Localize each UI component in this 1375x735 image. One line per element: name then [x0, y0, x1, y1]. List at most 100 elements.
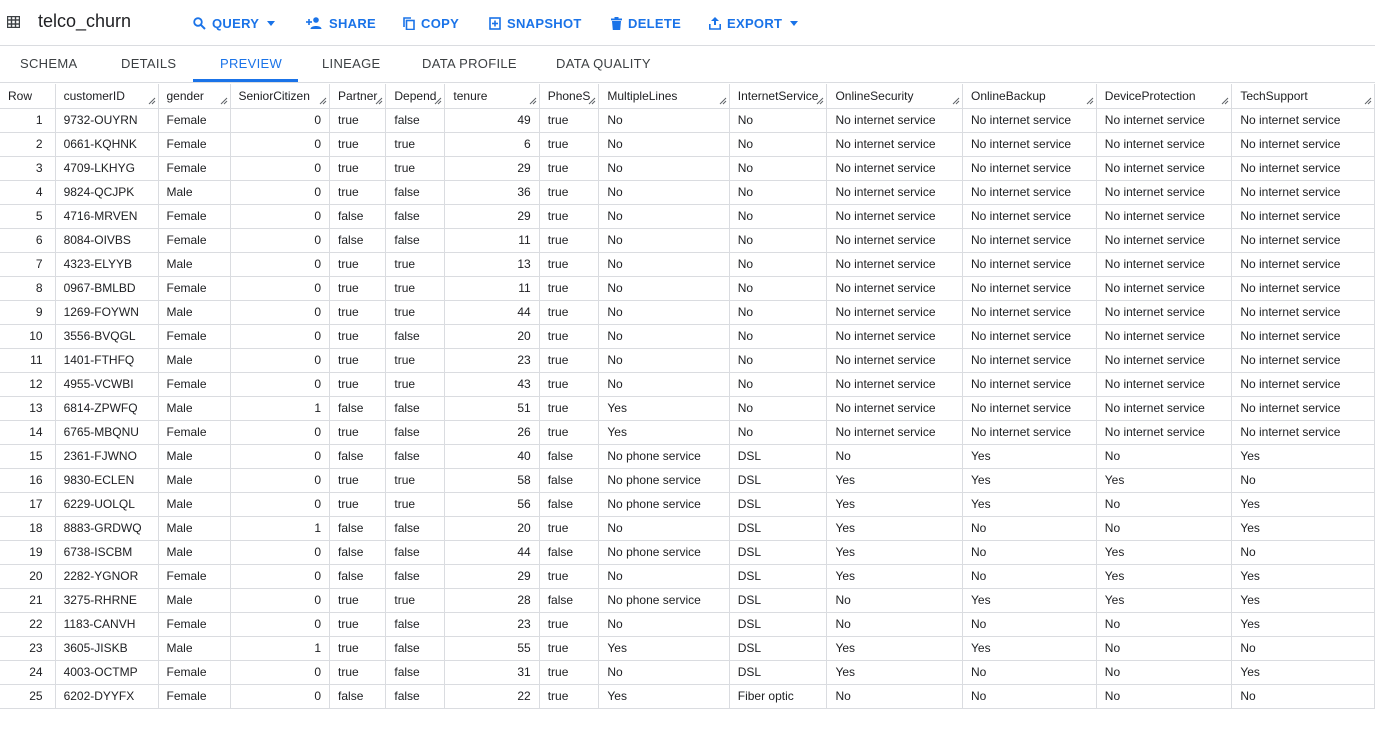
table-row[interactable]: 8 0967-BMLBD Female 0 true true 11 true No No No i…: [0, 276, 1375, 301]
table-cell: No internet service: [1231, 252, 1375, 277]
share-button[interactable]: SHARE: [306, 14, 376, 32]
table-cell: Female: [158, 612, 231, 637]
table-row[interactable]: 9 1269-FOYWN Male 0 true true 44 true No No No int…: [0, 300, 1375, 325]
table-cell: No internet service: [1231, 228, 1375, 253]
column-header[interactable]: customerID: [55, 84, 159, 109]
table-cell: false: [385, 108, 446, 133]
column-header[interactable]: TechSupport: [1231, 84, 1375, 109]
resize-handle-icon[interactable]: [719, 97, 727, 105]
row-number: 19: [0, 540, 56, 565]
table-cell: 36: [444, 180, 540, 205]
resize-handle-icon[interactable]: [816, 97, 824, 105]
table-cell: 26: [444, 420, 540, 445]
tab-details[interactable]: DETAILS: [121, 46, 176, 82]
table-row[interactable]: 16 9830-ECLEN Male 0 true true 58 false No phone…: [0, 468, 1375, 493]
table-row[interactable]: 18 8883-GRDWQ Male 1 false false 20 true No DSL Ye…: [0, 516, 1375, 541]
tab-lineage[interactable]: LINEAGE: [322, 46, 380, 82]
table-cell: No internet service: [826, 396, 963, 421]
column-header[interactable]: tenure: [444, 84, 540, 109]
resize-handle-icon[interactable]: [952, 97, 960, 105]
table-cell: DSL: [729, 564, 828, 589]
table-cell: true: [385, 252, 446, 277]
resize-handle-icon[interactable]: [375, 97, 383, 105]
table-row[interactable]: 19 6738-ISCBM Male 0 false false 44 false No pho…: [0, 540, 1375, 565]
preview-table-container[interactable]: Row customerID gender SeniorCitizen Partner D…: [0, 84, 1375, 735]
resize-handle-icon[interactable]: [529, 97, 537, 105]
table-row[interactable]: 10 3556-BVQGL Female 0 true false 20 true No No No…: [0, 324, 1375, 349]
column-header[interactable]: SeniorCitizen: [230, 84, 331, 109]
table-cell: false: [385, 324, 446, 349]
table-row[interactable]: 4 9824-QCJPK Male 0 true false 36 true No No No in…: [0, 180, 1375, 205]
table-cell: No internet service: [1096, 108, 1233, 133]
table-row[interactable]: 25 6202-DYYFX Female 0 false false 22 true Yes Fi…: [0, 684, 1375, 709]
column-header[interactable]: OnlineBackup: [962, 84, 1097, 109]
table-cell: 6765-MBQNU: [55, 420, 159, 445]
row-number: 22: [0, 612, 56, 637]
column-header[interactable]: Partner: [329, 84, 387, 109]
table-row[interactable]: 12 4955-VCWBI Female 0 true true 43 true No No No …: [0, 372, 1375, 397]
resize-handle-icon[interactable]: [220, 97, 228, 105]
tab-preview[interactable]: PREVIEW: [220, 46, 282, 82]
table-row[interactable]: 13 6814-ZPWFQ Male 1 false false 51 true Yes No No…: [0, 396, 1375, 421]
table-cell: 1: [230, 636, 331, 661]
table-cell: No internet service: [962, 252, 1097, 277]
resize-handle-icon[interactable]: [1364, 97, 1372, 105]
row-number: 5: [0, 204, 56, 229]
table-row[interactable]: 15 2361-FJWNO Male 0 false false 40 false No pho…: [0, 444, 1375, 469]
table-cell: false: [329, 396, 387, 421]
column-header[interactable]: PhoneS: [539, 84, 600, 109]
column-header[interactable]: DeviceProtection: [1096, 84, 1233, 109]
column-header[interactable]: Row: [0, 84, 56, 109]
query-button[interactable]: QUERY: [193, 14, 276, 32]
column-header[interactable]: OnlineSecurity: [826, 84, 963, 109]
table-cell: No: [598, 156, 730, 181]
row-number: 14: [0, 420, 56, 445]
delete-button[interactable]: DELETE: [611, 14, 681, 32]
table-cell: DSL: [729, 492, 828, 517]
table-cell: 0: [230, 108, 331, 133]
table-cell: 6229-UOLQL: [55, 492, 159, 517]
column-header[interactable]: Depend: [385, 84, 446, 109]
column-header[interactable]: InternetService: [729, 84, 828, 109]
resize-handle-icon[interactable]: [1221, 97, 1229, 105]
table-cell: Yes: [826, 492, 963, 517]
table-row[interactable]: 24 4003-OCTMP Female 0 true false 31 true No DSL Y…: [0, 660, 1375, 685]
table-cell: 23: [444, 612, 540, 637]
table-cell: No internet service: [1231, 204, 1375, 229]
table-row[interactable]: 22 1183-CANVH Female 0 true false 23 true No DSL N…: [0, 612, 1375, 637]
table-cell: 29: [444, 204, 540, 229]
resize-handle-icon[interactable]: [588, 97, 596, 105]
table-cell: 0: [230, 612, 331, 637]
tab-schema[interactable]: SCHEMA: [20, 46, 77, 82]
table-row[interactable]: 20 2282-YGNOR Female 0 false false 29 true No DSL…: [0, 564, 1375, 589]
table-row[interactable]: 2 0661-KQHNK Female 0 true true 6 true No No No in…: [0, 132, 1375, 157]
export-button[interactable]: EXPORT: [709, 14, 799, 32]
table-row[interactable]: 23 3605-JISKB Male 1 true false 55 true Yes DSL Ye…: [0, 636, 1375, 661]
resize-handle-icon[interactable]: [148, 97, 156, 105]
column-header[interactable]: gender: [158, 84, 231, 109]
table-row[interactable]: 11 1401-FTHFQ Male 0 true true 23 true No No No in…: [0, 348, 1375, 373]
resize-handle-icon[interactable]: [1086, 97, 1094, 105]
table-cell: false: [539, 492, 600, 517]
table-row[interactable]: 3 4709-LKHYG Female 0 true true 29 true No No No i…: [0, 156, 1375, 181]
copy-button[interactable]: COPY: [403, 14, 459, 32]
table-row[interactable]: 6 8084-OIVBS Female 0 false false 11 true No No No…: [0, 228, 1375, 253]
table-row[interactable]: 5 4716-MRVEN Female 0 false false 29 true No No No…: [0, 204, 1375, 229]
table-row[interactable]: 17 6229-UOLQL Male 0 true true 56 false No phone…: [0, 492, 1375, 517]
table-cell: true: [539, 684, 600, 709]
table-row[interactable]: 14 6765-MBQNU Female 0 true false 26 true Yes No N…: [0, 420, 1375, 445]
table-cell: true: [385, 588, 446, 613]
resize-handle-icon[interactable]: [434, 97, 442, 105]
tab-data-quality[interactable]: DATA QUALITY: [556, 46, 651, 82]
table-cell: No: [729, 276, 828, 301]
table-row[interactable]: 7 4323-ELYYB Male 0 true true 13 true No No No int…: [0, 252, 1375, 277]
column-header[interactable]: MultipleLines: [598, 84, 730, 109]
tab-data-profile[interactable]: DATA PROFILE: [422, 46, 517, 82]
table-cell: false: [329, 540, 387, 565]
resize-handle-icon[interactable]: [319, 97, 327, 105]
table-cell: true: [329, 324, 387, 349]
table-row[interactable]: 1 9732-OUYRN Female 0 true false 49 true No No No …: [0, 108, 1375, 133]
table-cell: No phone service: [598, 540, 730, 565]
snapshot-button[interactable]: SNAPSHOT: [489, 14, 582, 32]
table-row[interactable]: 21 3275-RHRNE Male 0 true true 28 false No phone…: [0, 588, 1375, 613]
